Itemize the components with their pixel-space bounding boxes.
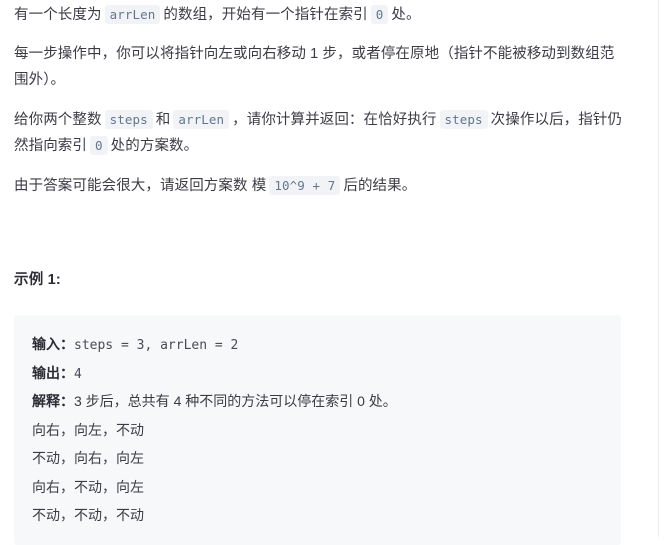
code-block-line-label: 解释： [32,393,74,409]
code-block-line-value: 不动，向右，向左 [32,450,144,466]
paragraph-text: 后的结果。 [343,178,417,194]
inline-code-arrlen: arrLen [104,5,161,24]
code-block-line-value: 向右，不动，向左 [32,478,144,495]
code-block-line: 输出：4 [32,360,603,389]
code-block-line-value: steps = 3, arrLen = 2 [74,338,239,353]
example-code-block: 输入：steps = 3, arrLen = 2 输出：4 解释：3 步后，总共有 … [14,315,621,545]
paragraph-4: 由于答案可能会很大，请返回方案数 模 10^9 + 7 后的结果。 [14,173,628,199]
paragraph-text: 给你两个整数 [14,112,102,128]
paragraph-text: 有一个长度为 [14,7,102,23]
paragraph-text: 的数组，开始有一个指针在索引 [163,7,368,23]
paragraph-1: 有一个长度为 arrLen 的数组，开始有一个指针在索引 0 处。 [14,2,634,28]
inline-code-0: 0 [370,5,389,24]
problem-description-panel: 有一个长度为 arrLen 的数组，开始有一个指针在索引 0 处。 每一步操作中，你可以… [0,0,667,545]
code-block-line-value: 不动，不动，不动 [32,507,144,523]
code-block-line: 向右，向左，不动 [32,417,603,446]
example-heading: 示例 1: [14,272,61,288]
code-block-line-label: 输出： [32,364,74,381]
paragraph-text: ，请你计算并返回：在恰好执行 [232,112,437,128]
inline-code-steps: steps [439,110,488,129]
paragraph-text: 由于答案可能会很大，请返回方案数 模 [14,178,267,194]
paragraph-2: 每一步操作中，你可以将指针向左或向右移动 1 步，或者停在原地（指针不能被移动到… [14,41,628,93]
code-block-line: 解释：3 步后，总共有 4 种不同的方法可以停在索引 0 处。 [32,388,603,417]
paragraph-text: 和 [155,112,171,128]
paragraph-3: 给你两个整数 steps 和 arrLen ，请你计算并返回：在恰好执行 steps 次操作… [14,107,628,159]
code-block-line: 输入：steps = 3, arrLen = 2 [32,331,603,360]
code-block-line-label: 输入： [32,336,74,352]
scrollbar-track[interactable] [646,0,658,537]
panel-divider [658,0,659,537]
paragraph-text: 处。 [391,7,421,23]
paragraph-text: 处的方案数。 [110,138,199,154]
code-block-line-value: 4 [74,366,82,382]
inline-code-steps: steps [104,110,153,129]
code-block-line: 不动，向右，向左 [32,445,603,474]
code-block-line: 向右，不动，向左 [32,474,603,503]
description-content: 有一个长度为 arrLen 的数组，开始有一个指针在索引 0 处。 每一步操作中，你可以… [0,0,640,545]
inline-code-0: 0 [90,136,108,155]
code-block-line: 不动，不动，不动 [32,502,603,531]
inline-code-arrlen: arrLen [173,110,230,129]
inline-code-10-9-7: 10^9 + 7 [269,176,341,195]
code-block-line-value: 向右，向左，不动 [32,421,144,438]
code-block-line-value: 3 步后，总共有 4 种不同的方法可以停在索引 0 处。 [74,393,397,409]
paragraph-text: 每一步操作中，你可以将指针向左或向右移动 1 步，或者停在原地（指针不能被移动到… [14,46,615,88]
